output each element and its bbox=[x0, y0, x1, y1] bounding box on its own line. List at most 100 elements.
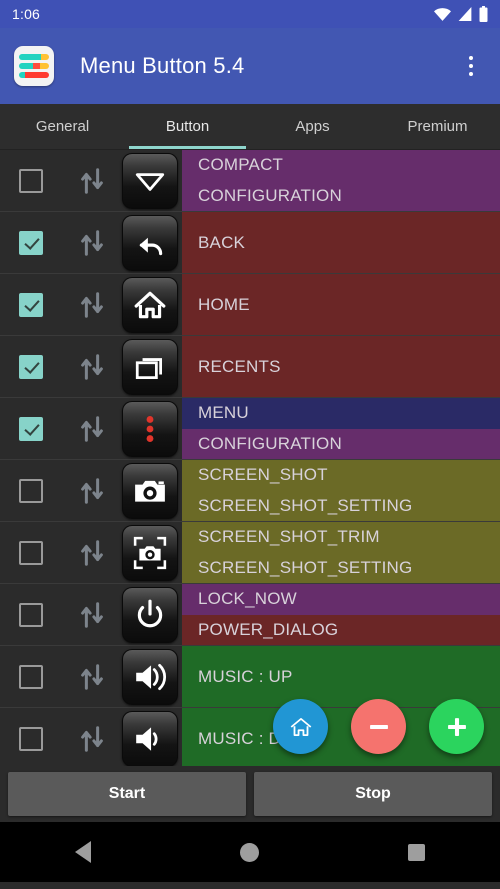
drag-handle-icon[interactable] bbox=[62, 274, 122, 335]
logo-bar-3 bbox=[19, 72, 49, 78]
row-primary-label: MUSIC : UP bbox=[198, 666, 293, 686]
icon-cell bbox=[122, 584, 182, 645]
checkbox-cell bbox=[0, 646, 62, 707]
row-secondary-label: CONFIGURATION bbox=[182, 180, 500, 211]
drag-handle-icon[interactable] bbox=[62, 584, 122, 645]
row-checkbox[interactable] bbox=[19, 602, 43, 627]
app-logo-icon bbox=[14, 46, 54, 86]
row-primary-label: HOME bbox=[198, 294, 250, 314]
button-list[interactable]: COMPACT CONFIGURATION BACK HOME RECENTS MENU C… bbox=[0, 150, 500, 766]
row-checkbox[interactable] bbox=[19, 664, 43, 689]
row-primary-label: RECENTS bbox=[198, 356, 281, 376]
power-icon[interactable] bbox=[122, 586, 178, 643]
drag-handle-icon[interactable] bbox=[62, 460, 122, 521]
table-row[interactable]: SCREEN_SHOT_TRIM SCREEN_SHOT_SETTING bbox=[0, 522, 500, 584]
row-secondary-label: CONFIGURATION bbox=[182, 428, 500, 459]
row-checkbox[interactable] bbox=[19, 478, 43, 503]
home-nav-icon[interactable] bbox=[220, 822, 280, 882]
start-button[interactable]: Start bbox=[8, 772, 246, 816]
icon-cell bbox=[122, 522, 182, 583]
row-label-cell: MUSIC : UP bbox=[182, 646, 500, 707]
row-label-cell: BACK bbox=[182, 212, 500, 273]
row-secondary-label: SCREEN_SHOT_SETTING bbox=[182, 552, 500, 583]
row-checkbox[interactable] bbox=[19, 292, 43, 317]
app-bar: Menu Button 5.4 bbox=[0, 28, 500, 104]
drag-handle-icon[interactable] bbox=[62, 398, 122, 459]
row-checkbox[interactable] bbox=[19, 168, 43, 193]
tab-general[interactable]: General bbox=[0, 104, 125, 149]
checkbox-cell bbox=[0, 460, 62, 521]
tab-premium[interactable]: Premium bbox=[375, 104, 500, 149]
checkbox-cell bbox=[0, 274, 62, 335]
drag-handle-icon[interactable] bbox=[62, 212, 122, 273]
icon-cell bbox=[122, 274, 182, 335]
row-primary-label: MENU bbox=[182, 398, 500, 429]
row-label-cell: MENU CONFIGURATION bbox=[182, 398, 500, 459]
row-label-cell: HOME bbox=[182, 274, 500, 335]
checkbox-cell bbox=[0, 522, 62, 583]
row-checkbox[interactable] bbox=[19, 230, 43, 255]
fab-add[interactable] bbox=[429, 699, 484, 754]
drag-handle-icon[interactable] bbox=[62, 708, 122, 766]
stop-button[interactable]: Stop bbox=[254, 772, 492, 816]
volume-down-icon[interactable] bbox=[122, 710, 178, 766]
home-icon[interactable] bbox=[122, 276, 178, 333]
back-arrow-icon[interactable] bbox=[122, 214, 178, 271]
status-icon-group bbox=[434, 6, 488, 22]
row-checkbox[interactable] bbox=[19, 726, 43, 751]
recents-nav-icon[interactable] bbox=[387, 822, 447, 882]
back-nav-icon[interactable] bbox=[53, 822, 113, 882]
drag-handle-icon[interactable] bbox=[62, 150, 122, 211]
row-label-cell: RECENTS bbox=[182, 336, 500, 397]
battery-icon bbox=[479, 6, 488, 22]
drag-handle-icon[interactable] bbox=[62, 522, 122, 583]
table-row[interactable]: COMPACT CONFIGURATION bbox=[0, 150, 500, 212]
status-bar: 1:06 bbox=[0, 0, 500, 28]
tab-bar: General Button Apps Premium bbox=[0, 104, 500, 150]
table-row[interactable]: BACK bbox=[0, 212, 500, 274]
tab-button[interactable]: Button bbox=[125, 104, 250, 149]
row-primary-label: BACK bbox=[198, 232, 246, 252]
icon-cell bbox=[122, 336, 182, 397]
checkbox-cell bbox=[0, 584, 62, 645]
row-label-cell: LOCK_NOW POWER_DIALOG bbox=[182, 584, 500, 645]
floating-action-buttons bbox=[273, 699, 484, 754]
checkbox-cell bbox=[0, 336, 62, 397]
row-checkbox[interactable] bbox=[19, 540, 43, 565]
table-row[interactable]: SCREEN_SHOT SCREEN_SHOT_SETTING bbox=[0, 460, 500, 522]
row-primary-label: COMPACT bbox=[182, 150, 500, 181]
row-primary-label: LOCK_NOW bbox=[182, 584, 500, 615]
menu-dots-icon[interactable] bbox=[122, 400, 178, 457]
row-secondary-label: SCREEN_SHOT_SETTING bbox=[182, 490, 500, 521]
table-row[interactable]: RECENTS bbox=[0, 336, 500, 398]
logo-bar-2 bbox=[19, 63, 49, 69]
checkbox-cell bbox=[0, 708, 62, 766]
tab-apps[interactable]: Apps bbox=[250, 104, 375, 149]
fab-home[interactable] bbox=[273, 699, 328, 754]
system-nav-bar bbox=[0, 822, 500, 882]
recents-icon[interactable] bbox=[122, 338, 178, 395]
table-row[interactable]: MENU CONFIGURATION bbox=[0, 398, 500, 460]
page-title: Menu Button 5.4 bbox=[80, 53, 245, 78]
camera-icon[interactable] bbox=[122, 462, 178, 519]
fab-remove[interactable] bbox=[351, 699, 406, 754]
drag-handle-icon[interactable] bbox=[62, 336, 122, 397]
row-checkbox[interactable] bbox=[19, 416, 43, 441]
overflow-menu-icon[interactable] bbox=[456, 46, 486, 86]
row-label-cell: SCREEN_SHOT SCREEN_SHOT_SETTING bbox=[182, 460, 500, 521]
row-checkbox[interactable] bbox=[19, 354, 43, 379]
signal-icon bbox=[458, 7, 472, 21]
icon-cell bbox=[122, 150, 182, 211]
camera-crop-icon[interactable] bbox=[122, 524, 178, 581]
row-label-cell: COMPACT CONFIGURATION bbox=[182, 150, 500, 211]
wifi-icon bbox=[434, 7, 451, 21]
checkbox-cell bbox=[0, 212, 62, 273]
chevron-down-icon[interactable] bbox=[122, 152, 178, 209]
table-row[interactable]: HOME bbox=[0, 274, 500, 336]
volume-up-icon[interactable] bbox=[122, 648, 178, 705]
icon-cell bbox=[122, 708, 182, 766]
drag-handle-icon[interactable] bbox=[62, 646, 122, 707]
row-primary-label: SCREEN_SHOT_TRIM bbox=[182, 522, 500, 553]
table-row[interactable]: LOCK_NOW POWER_DIALOG bbox=[0, 584, 500, 646]
icon-cell bbox=[122, 398, 182, 459]
